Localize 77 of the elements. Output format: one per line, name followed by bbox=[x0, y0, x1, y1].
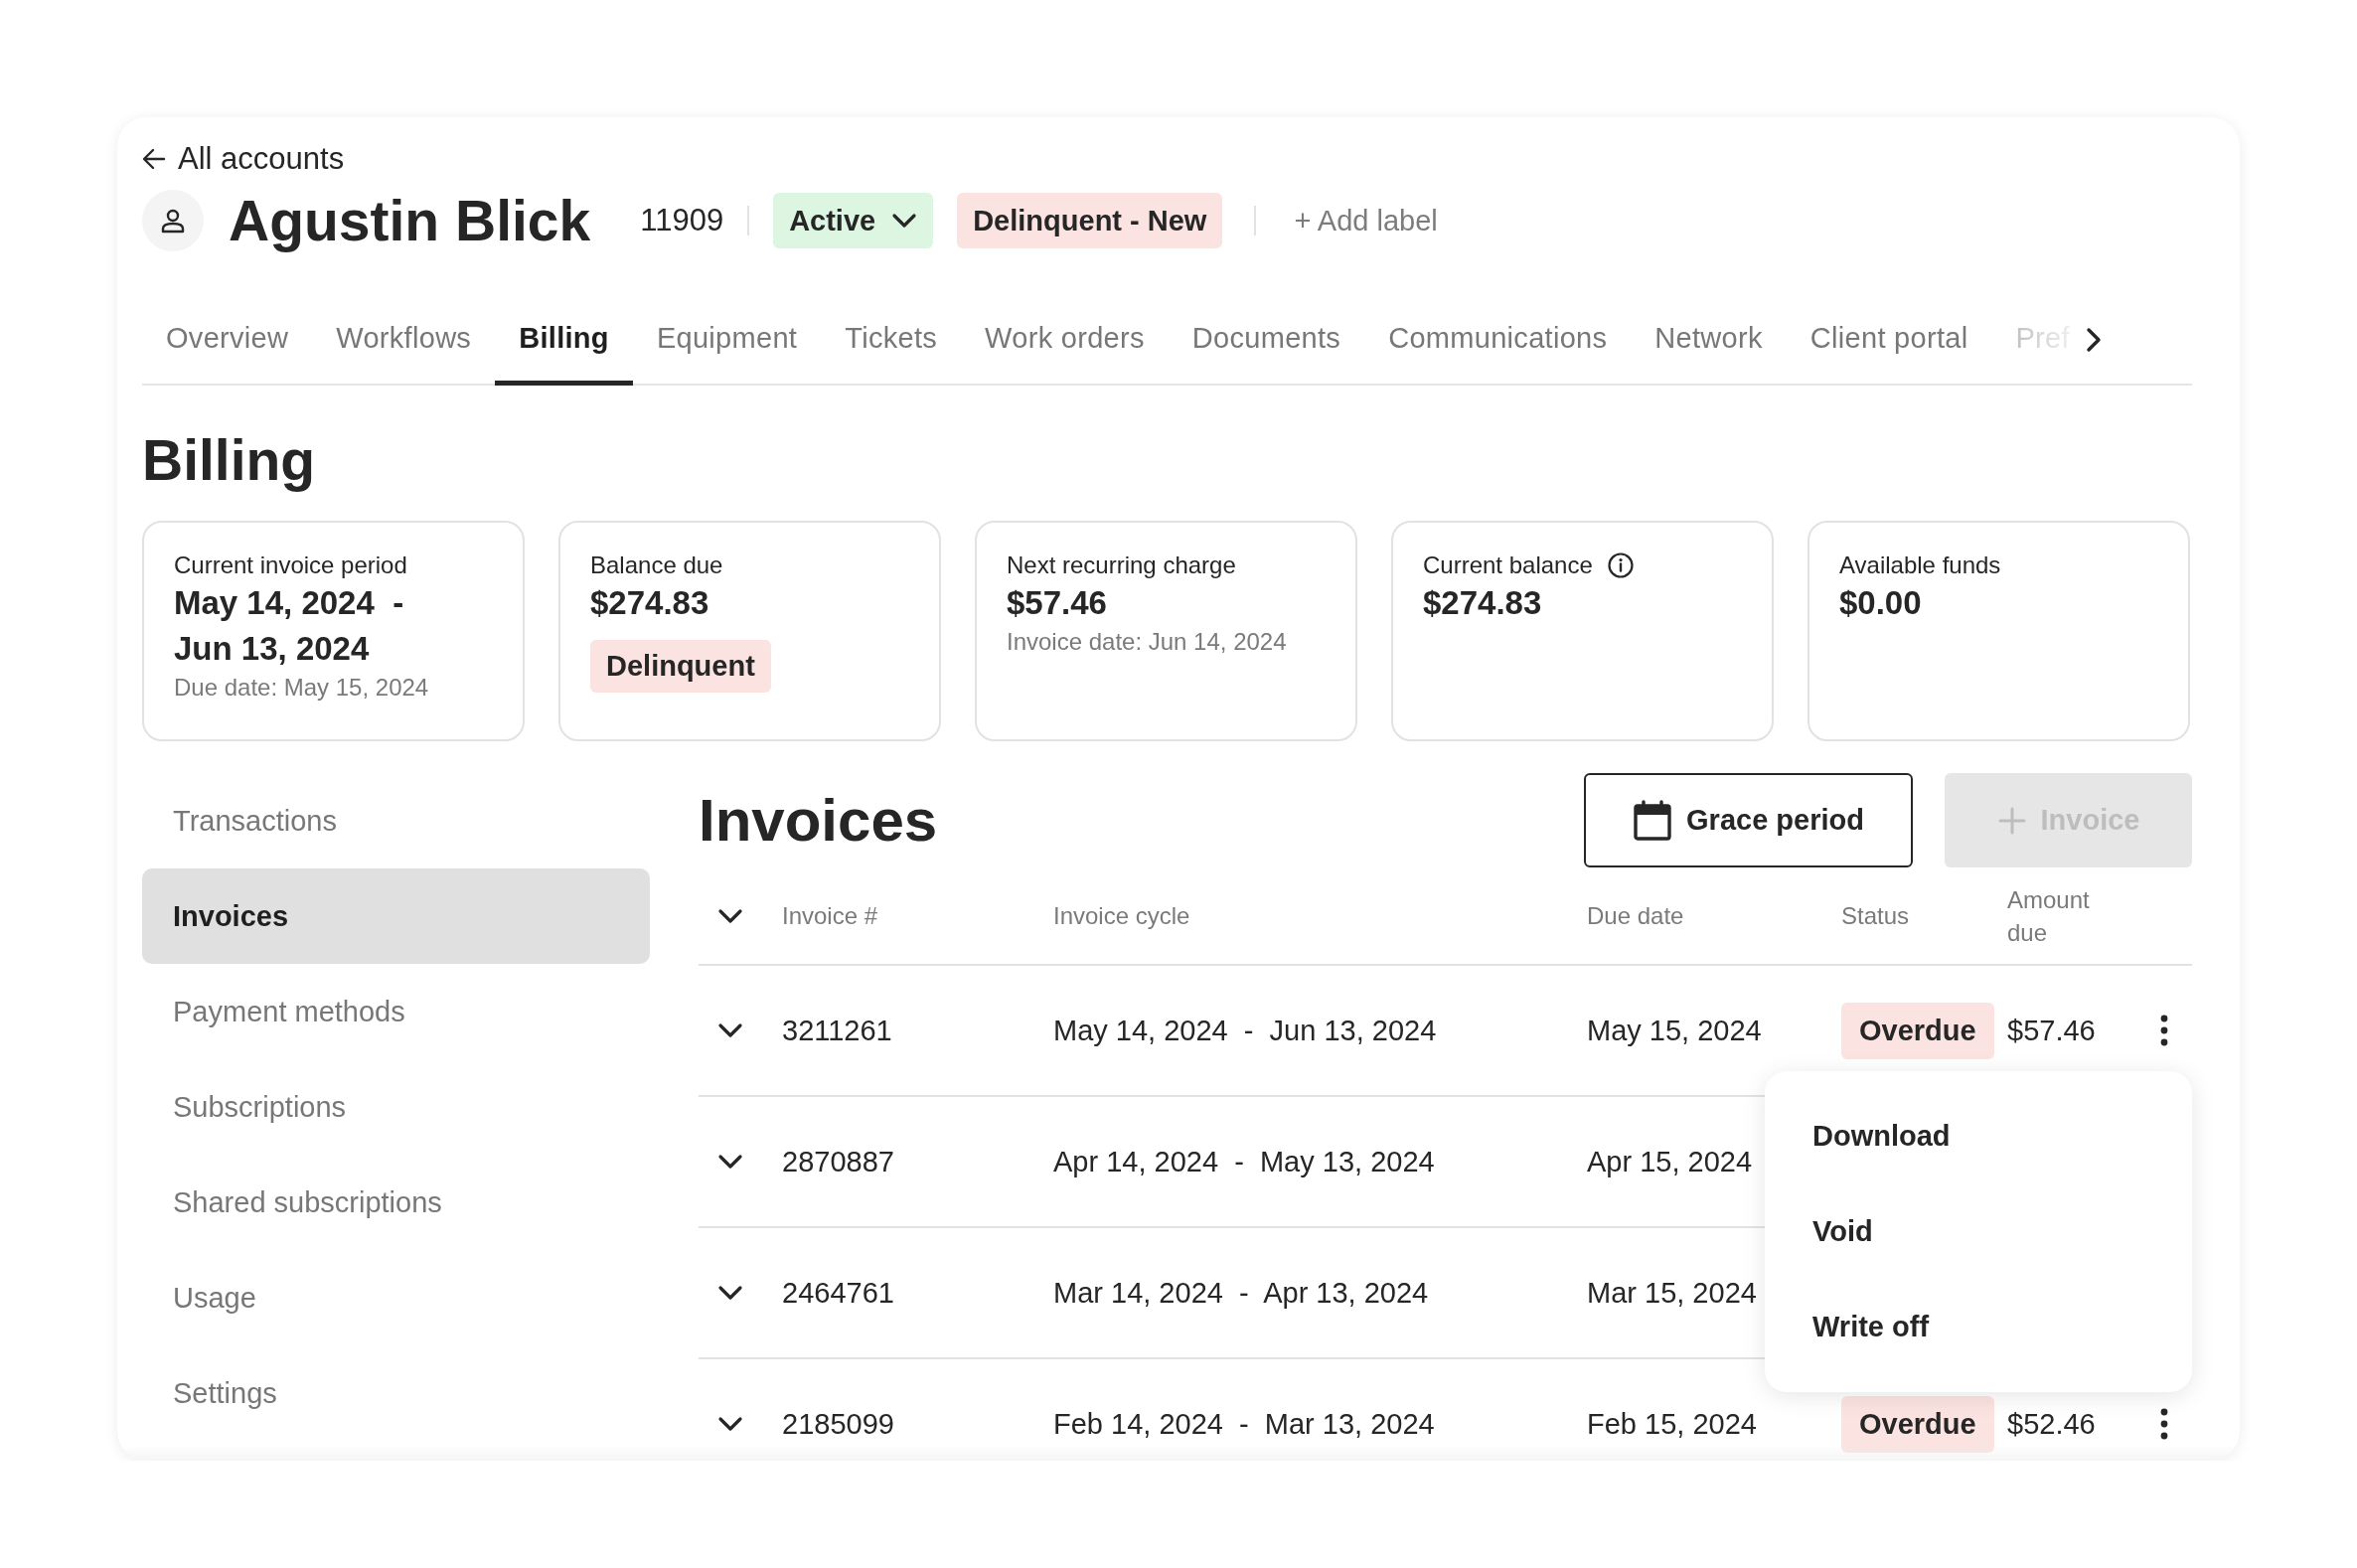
chevron-down-icon bbox=[891, 213, 918, 229]
invoice-number: 2870887 bbox=[782, 1145, 895, 1178]
amount-due: $52.46 bbox=[2007, 1407, 2097, 1441]
more-vertical-icon bbox=[2160, 1015, 2168, 1046]
card-label: Available funds bbox=[1839, 550, 2001, 580]
sidebar-item[interactable]: Settings bbox=[142, 1345, 650, 1441]
add-label-button[interactable]: + Add label bbox=[1294, 204, 1438, 237]
column-header: Invoice cycle bbox=[1053, 901, 1191, 931]
chevron-down-icon bbox=[717, 1285, 743, 1301]
due-date: Mar 15, 2024 bbox=[1587, 1276, 1758, 1310]
card-value: $274.83 bbox=[590, 583, 710, 623]
page-title: Billing bbox=[142, 427, 317, 493]
tab[interactable]: Network bbox=[1631, 296, 1787, 386]
sidebar-item[interactable]: Transactions bbox=[142, 773, 650, 868]
amount-due: $57.46 bbox=[2007, 1014, 2097, 1047]
invoice-number: 2464761 bbox=[782, 1276, 895, 1310]
chevron-down-icon bbox=[717, 1022, 743, 1038]
card-value: $57.46 bbox=[1007, 583, 1108, 623]
account-name: Agustin Blick bbox=[229, 188, 591, 253]
invoice-number: 2185099 bbox=[782, 1407, 895, 1441]
due-date: May 15, 2024 bbox=[1587, 1014, 1763, 1047]
invoice-cycle: May 14, 2024 - Jun 13, 2024 bbox=[1053, 1014, 1438, 1047]
sidebar-item[interactable]: Invoices bbox=[142, 868, 650, 964]
column-header: Amount due bbox=[2007, 884, 2091, 948]
chevron-down-icon bbox=[717, 1154, 743, 1170]
tab[interactable]: Billing bbox=[495, 296, 633, 386]
card-note: Invoice date: Jun 14, 2024 bbox=[1007, 628, 1288, 656]
person-icon bbox=[161, 208, 185, 234]
invoice-number: 3211261 bbox=[782, 1014, 893, 1047]
status-dropdown[interactable]: Active bbox=[773, 193, 934, 248]
sidebar-item[interactable]: Shared subscriptions bbox=[142, 1155, 650, 1250]
card-label: Current invoice period bbox=[174, 550, 407, 580]
column-header: Due date bbox=[1587, 901, 1685, 931]
tab[interactable]: Workflows bbox=[312, 296, 496, 386]
status-badge: Overdue bbox=[1841, 1395, 1994, 1453]
account-label[interactable]: Delinquent - New bbox=[957, 193, 1223, 248]
arrow-left-icon bbox=[142, 148, 166, 170]
section-title: Invoices bbox=[699, 786, 939, 855]
column-header: Invoice # bbox=[782, 901, 879, 931]
tab[interactable]: Documents bbox=[1168, 296, 1365, 386]
card-value: $0.00 bbox=[1839, 583, 1923, 623]
chevron-right-icon bbox=[2085, 327, 2102, 353]
card-value: $274.83 bbox=[1423, 583, 1543, 623]
card-value: Jun 13, 2024 bbox=[174, 629, 371, 669]
chevron-down-icon bbox=[717, 907, 743, 924]
sidebar-item[interactable]: Usage bbox=[142, 1250, 650, 1345]
menu-item[interactable]: Download bbox=[1765, 1089, 2192, 1184]
status-badge: Overdue bbox=[1841, 1002, 1994, 1059]
tab[interactable]: Tickets bbox=[821, 296, 962, 386]
sidebar-item[interactable]: Subscriptions bbox=[142, 1059, 650, 1155]
grace-period-button[interactable]: Grace period bbox=[1584, 773, 1913, 867]
chevron-down-icon bbox=[717, 1416, 743, 1432]
column-header: Status bbox=[1841, 901, 1911, 931]
invoice-cycle: Mar 14, 2024 - Apr 13, 2024 bbox=[1053, 1276, 1430, 1310]
card-label: Current balance bbox=[1423, 550, 1593, 580]
invoice-cycle: Apr 14, 2024 - May 13, 2024 bbox=[1053, 1145, 1436, 1178]
card-note: Due date: May 15, 2024 bbox=[174, 674, 430, 702]
card-label: Next recurring charge bbox=[1007, 550, 1236, 580]
tab[interactable]: Equipment bbox=[632, 296, 822, 386]
more-vertical-icon bbox=[2160, 1408, 2168, 1440]
card-value: May 14, 2024 - bbox=[174, 583, 405, 623]
due-date: Feb 15, 2024 bbox=[1587, 1407, 1758, 1441]
plus-icon bbox=[1996, 805, 2027, 836]
sidebar-item[interactable]: Payment methods bbox=[142, 964, 650, 1059]
account-number: 11909 bbox=[640, 203, 724, 238]
tab[interactable]: Client portal bbox=[1786, 296, 1992, 386]
due-date: Apr 15, 2024 bbox=[1587, 1145, 1754, 1178]
back-link[interactable]: All accounts bbox=[142, 141, 345, 177]
menu-item[interactable]: Void bbox=[1765, 1183, 2192, 1280]
menu-item[interactable]: Write off bbox=[1765, 1279, 2192, 1374]
card-label: Balance due bbox=[590, 550, 723, 580]
calendar-icon bbox=[1633, 799, 1673, 842]
delinquent-badge: Delinquent bbox=[590, 640, 771, 693]
tab[interactable]: Communications bbox=[1364, 296, 1632, 386]
tab[interactable]: Overview bbox=[142, 296, 313, 386]
tab[interactable]: Work orders bbox=[961, 296, 1169, 386]
invoice-cycle: Feb 14, 2024 - Mar 13, 2024 bbox=[1053, 1407, 1436, 1441]
